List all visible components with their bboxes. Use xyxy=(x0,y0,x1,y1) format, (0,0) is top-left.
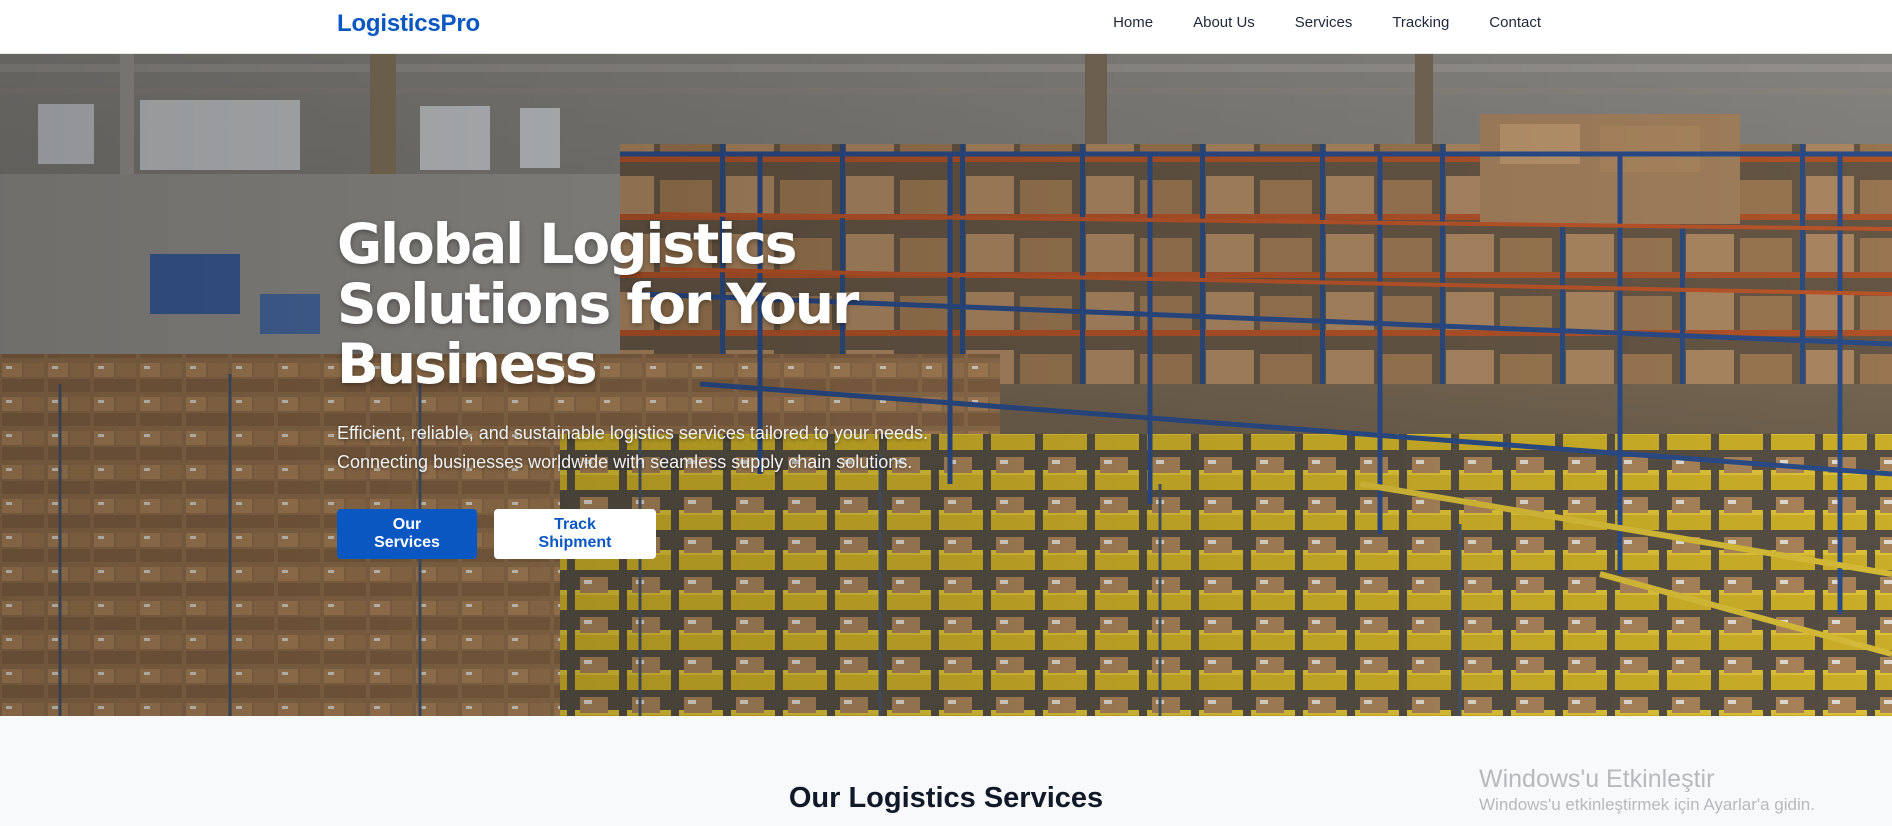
nav-link-services[interactable]: Services xyxy=(1295,14,1353,31)
hero-content: Global Logistics Solutions for Your Busi… xyxy=(337,214,1037,559)
services-title: Our Logistics Services xyxy=(788,782,1104,814)
hero-subtitle-line-2: Connecting businesses worldwide with sea… xyxy=(337,452,913,472)
hero-buttons: Our Services Track Shipment xyxy=(337,509,1037,559)
track-shipment-button[interactable]: Track Shipment xyxy=(494,509,656,559)
services-section: Our Logistics Services xyxy=(0,716,1892,826)
hero-subtitle: Efficient, reliable, and sustainable log… xyxy=(337,419,1037,477)
hero-section: Global Logistics Solutions for Your Busi… xyxy=(0,54,1892,716)
nav-link-about-us[interactable]: About Us xyxy=(1193,14,1255,31)
navbar: LogisticsPro Home About Us Services Trac… xyxy=(0,0,1892,54)
brand-logo[interactable]: LogisticsPro xyxy=(337,10,480,38)
hero-title: Global Logistics Solutions for Your Busi… xyxy=(337,212,859,396)
nav-link-tracking[interactable]: Tracking xyxy=(1392,14,1449,31)
our-services-button[interactable]: Our Services xyxy=(337,509,477,559)
hero-subtitle-line-1: Efficient, reliable, and sustainable log… xyxy=(337,423,928,443)
nav-link-home[interactable]: Home xyxy=(1113,14,1153,31)
nav-links: Home About Us Services Tracking Contact xyxy=(1113,0,1541,44)
nav-link-contact[interactable]: Contact xyxy=(1489,14,1541,31)
